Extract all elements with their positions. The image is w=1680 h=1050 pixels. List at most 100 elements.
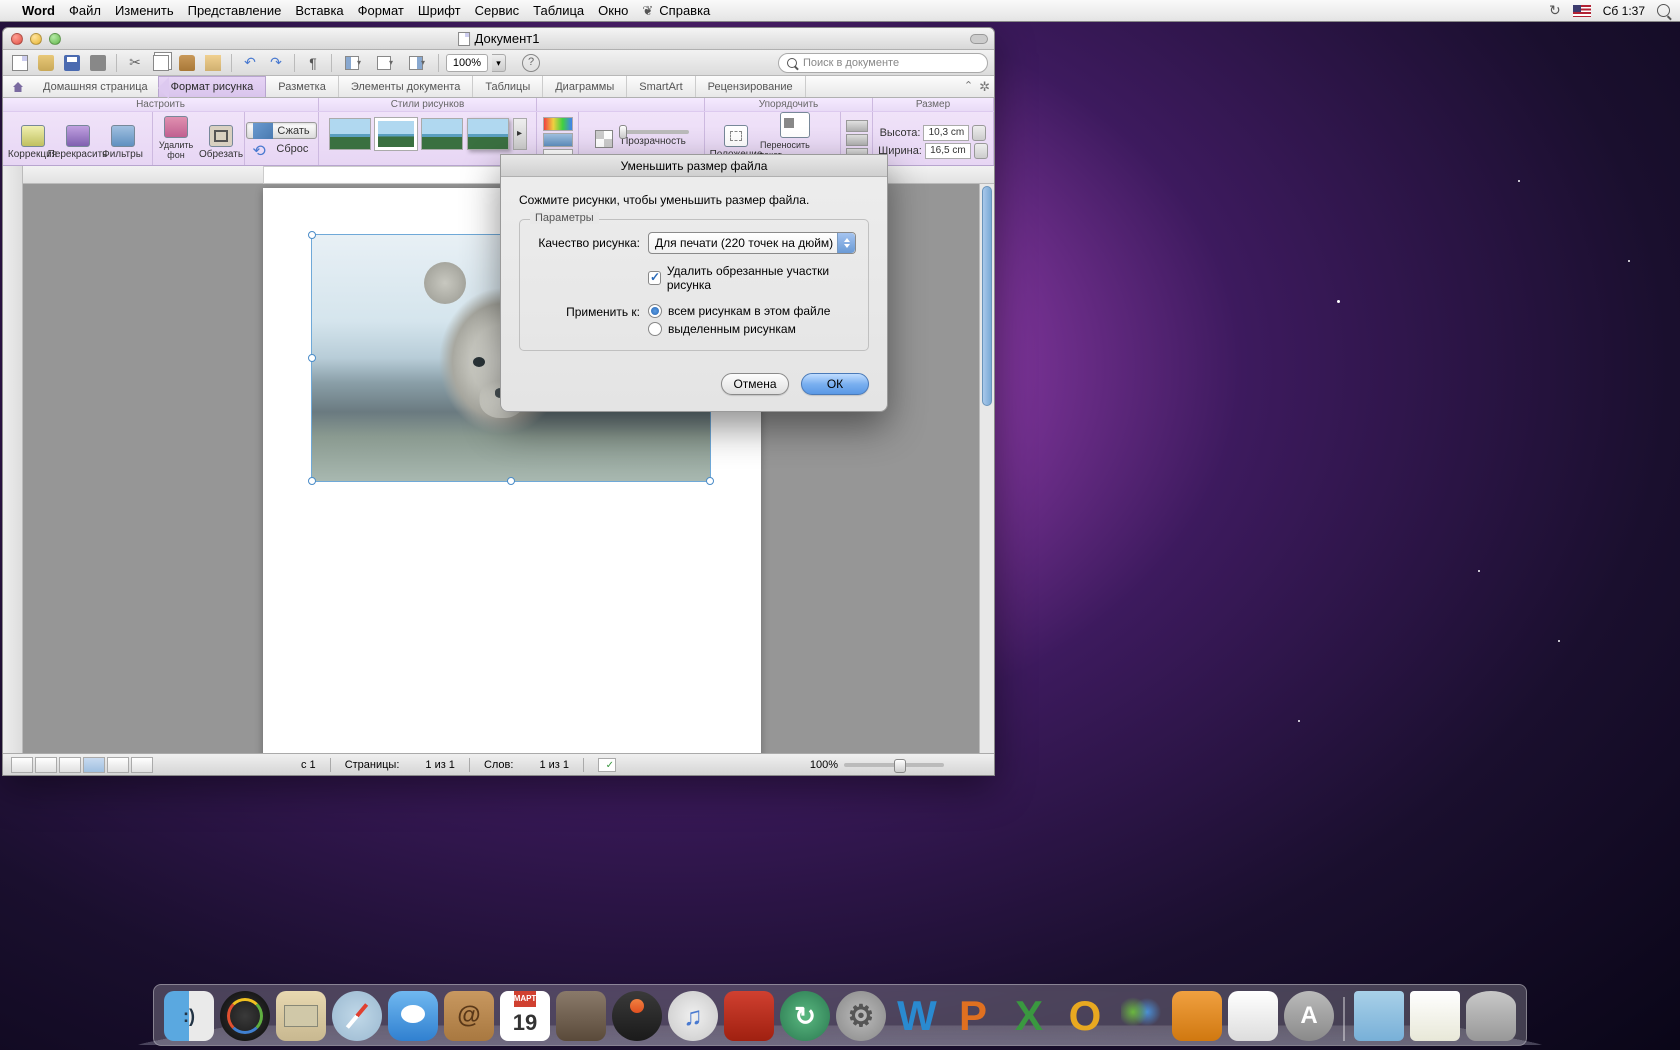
tab-tables[interactable]: Таблицы (473, 76, 543, 97)
dock-trash[interactable] (1466, 991, 1516, 1041)
dock-app-store[interactable] (1284, 991, 1334, 1041)
home-icon[interactable] (9, 78, 27, 96)
dock-downloads-folder[interactable] (1410, 991, 1460, 1041)
view-draft[interactable] (11, 757, 33, 773)
bring-forward-button[interactable] (846, 120, 868, 132)
picture-style-3[interactable] (421, 118, 463, 150)
height-field[interactable]: 10,3 cm (923, 125, 969, 141)
toolbar-toggle[interactable] (970, 34, 988, 44)
tab-elements[interactable]: Элементы документа (339, 76, 473, 97)
view-outline[interactable] (35, 757, 57, 773)
dock-powerpoint[interactable]: P (948, 991, 998, 1041)
dock-itunes[interactable] (668, 991, 718, 1041)
breadcrumb-home[interactable]: Домашняя страница (33, 81, 158, 93)
apply-selected-radio[interactable] (648, 322, 662, 336)
window-titlebar[interactable]: Документ1 (3, 28, 994, 50)
transparency-slider[interactable] (619, 130, 689, 134)
copy-button[interactable] (150, 53, 172, 73)
time-machine-icon[interactable]: ↻ (1549, 2, 1561, 19)
sidebar-toggle[interactable]: ▾ (339, 53, 367, 73)
document-search[interactable]: Поиск в документе (778, 53, 988, 73)
dock-remote-desktop[interactable] (1172, 991, 1222, 1041)
zoom-slider[interactable] (844, 763, 944, 767)
send-backward-button[interactable] (846, 134, 868, 146)
vertical-ruler[interactable] (3, 166, 23, 753)
close-button[interactable] (11, 33, 23, 45)
view-notebook[interactable] (107, 757, 129, 773)
dock-time-machine[interactable] (780, 991, 830, 1041)
dock-idvd[interactable] (724, 991, 774, 1041)
compress-button[interactable]: Сжать (246, 122, 316, 139)
dock-safari[interactable] (332, 991, 382, 1041)
recolor-button[interactable]: Перекрасить (57, 112, 99, 162)
cut-button[interactable]: ✂ (124, 53, 146, 73)
menu-window[interactable]: Окно (598, 3, 628, 18)
width-stepper[interactable] (974, 143, 988, 159)
zoom-dropdown[interactable]: ▾ (492, 54, 506, 72)
dock-photo-booth[interactable] (612, 991, 662, 1041)
clock[interactable]: Сб 1:37 (1603, 4, 1645, 18)
menu-file[interactable]: Файл (69, 3, 101, 18)
ribbon-collapse-icon[interactable]: ⌃ (964, 79, 973, 95)
width-field[interactable]: 16,5 cm (925, 143, 971, 159)
dock-ical[interactable]: МАРТ19 (500, 991, 550, 1041)
ok-button[interactable]: ОК (801, 373, 869, 395)
menu-font[interactable]: Шрифт (418, 3, 461, 18)
apply-selected-label[interactable]: выделенным рисункам (668, 322, 796, 336)
picture-effects-button[interactable] (543, 133, 573, 147)
remove-bg-button[interactable]: Удалить фон (155, 112, 197, 162)
view-focus[interactable] (131, 757, 153, 773)
new-button[interactable] (9, 53, 31, 73)
tab-layout[interactable]: Разметка (266, 76, 339, 97)
dock-system-preferences[interactable] (836, 991, 886, 1041)
help-button[interactable]: ? (522, 54, 540, 72)
dock-excel[interactable]: X (1004, 991, 1054, 1041)
menu-edit[interactable]: Изменить (115, 3, 174, 18)
dock-ichat[interactable] (388, 991, 438, 1041)
apply-all-label[interactable]: всем рисункам в этом файле (668, 304, 830, 318)
resize-handle-se[interactable] (706, 477, 714, 485)
paste-button[interactable] (176, 53, 198, 73)
quality-combo[interactable]: Для печати (220 точек на дюйм) (648, 232, 856, 254)
toolbox-toggle[interactable]: ▾ (371, 53, 399, 73)
redo-button[interactable]: ↷ (265, 53, 287, 73)
menu-format[interactable]: Формат (358, 3, 404, 18)
tab-smartart[interactable]: SmartArt (627, 76, 695, 97)
minimize-button[interactable] (30, 33, 42, 45)
app-menu[interactable]: Word (22, 3, 55, 18)
script-menu-icon[interactable]: ❦ (642, 3, 653, 19)
format-painter-button[interactable] (202, 53, 224, 73)
apply-all-radio[interactable] (648, 304, 662, 318)
zoom-button[interactable] (49, 33, 61, 45)
dock-document-connection[interactable] (1228, 991, 1278, 1041)
delete-cropped-checkbox[interactable] (648, 271, 661, 285)
dock-messenger[interactable] (1116, 991, 1166, 1041)
crop-button[interactable]: Обрезать (200, 112, 242, 162)
open-button[interactable] (35, 53, 57, 73)
save-button[interactable] (61, 53, 83, 73)
zoom-field[interactable]: 100% (446, 54, 488, 72)
transparency-picker[interactable] (595, 130, 613, 148)
dock-preview[interactable] (556, 991, 606, 1041)
picture-style-1[interactable] (329, 118, 371, 150)
dock-address-book[interactable] (444, 991, 494, 1041)
view-publishing[interactable] (59, 757, 81, 773)
resize-handle-w[interactable] (308, 354, 316, 362)
print-button[interactable] (87, 53, 109, 73)
menu-insert[interactable]: Вставка (295, 3, 343, 18)
tab-charts[interactable]: Диаграммы (543, 76, 627, 97)
tab-review[interactable]: Рецензирование (696, 76, 806, 97)
picture-style-2[interactable] (375, 118, 417, 150)
picture-styles-more[interactable]: ▸ (513, 118, 527, 150)
dock-outlook[interactable]: O (1060, 991, 1110, 1041)
view-print-layout[interactable] (83, 757, 105, 773)
input-source-icon[interactable] (1573, 5, 1591, 17)
picture-border-button[interactable] (543, 117, 573, 131)
menu-tools[interactable]: Сервис (475, 3, 520, 18)
dock-dashboard[interactable] (220, 991, 270, 1041)
filters-button[interactable]: Фильтры (102, 112, 144, 162)
menu-help[interactable]: Справка (659, 3, 710, 18)
gallery-toggle[interactable]: ▾ (403, 53, 431, 73)
reset-button[interactable]: ⟲Сброс (246, 140, 316, 157)
menu-view[interactable]: Представление (188, 3, 282, 18)
